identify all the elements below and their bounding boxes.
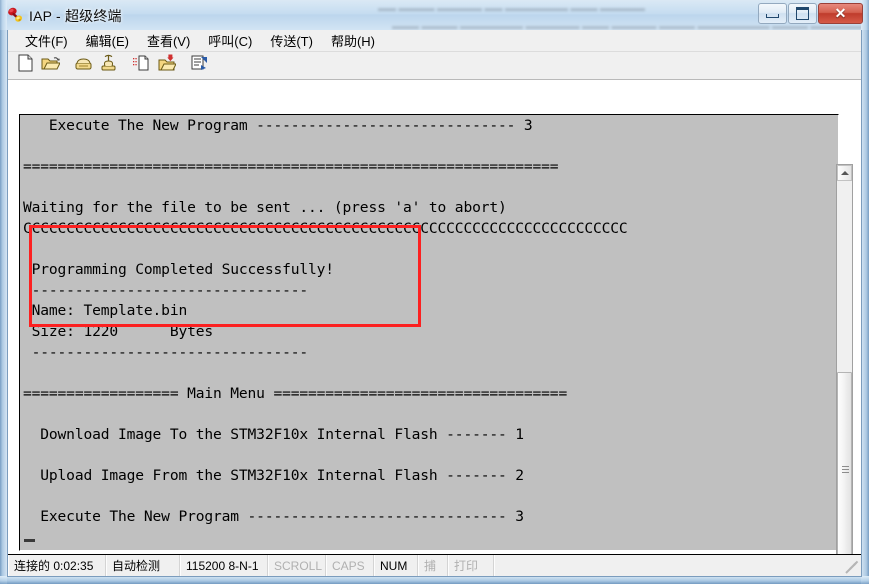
vertical-scroll-thumb[interactable] <box>837 372 852 568</box>
menu-transfer[interactable]: 传送(T) <box>261 30 322 53</box>
window-controls: ✕ <box>757 3 863 25</box>
terminal-cursor <box>24 539 35 542</box>
receive-file-icon <box>157 54 177 77</box>
status-scroll-lock: SCROLL <box>268 555 326 576</box>
status-caps-lock: CAPS <box>326 555 374 576</box>
open-folder-button[interactable] <box>38 54 62 77</box>
call-button[interactable] <box>71 54 95 77</box>
maximize-button[interactable] <box>788 3 817 24</box>
menu-edit[interactable]: 编辑(E) <box>77 30 138 53</box>
hangup-button[interactable] <box>96 54 120 77</box>
toolbar-separator-1 <box>63 54 71 77</box>
minimize-icon <box>766 14 779 18</box>
close-button[interactable]: ✕ <box>818 3 863 24</box>
call-phone-icon <box>74 55 93 77</box>
menu-file[interactable]: 文件(F) <box>16 30 77 53</box>
new-connection-icon <box>17 54 34 77</box>
resize-grip-icon[interactable] <box>845 560 859 575</box>
status-auto-detect: 自动检测 <box>106 555 180 576</box>
receive-file-button[interactable] <box>154 54 178 77</box>
window-edge-right <box>861 0 869 584</box>
window-client-area: 文件(F) 编辑(E) 查看(V) 呼叫(C) 传送(T) 帮助(H) Exec… <box>7 30 862 577</box>
send-file-button[interactable] <box>129 54 153 77</box>
status-capture: 捕 <box>418 555 448 576</box>
toolbar-separator-3 <box>179 54 187 77</box>
terminal-output-text: Execute The New Program ----------------… <box>23 117 628 550</box>
status-print: 打印 <box>448 555 494 576</box>
menu-view[interactable]: 查看(V) <box>138 30 199 53</box>
menu-call[interactable]: 呼叫(C) <box>199 30 261 53</box>
hyperterminal-phone-icon <box>6 6 24 24</box>
window-edge-bottom <box>0 576 869 584</box>
status-filler <box>494 555 861 576</box>
window-title: IAP - 超级终端 <box>29 8 122 24</box>
maximize-icon <box>796 7 809 20</box>
status-num-lock: NUM <box>374 555 418 576</box>
window-edge-left <box>0 0 7 584</box>
hyperterminal-window: ▬▬ ▬▬▬▬ ▬▬▬▬▬ ▬▬ ▬▬▬▬▬▬▬ ▬▬▬ ▬▬▬▬▬ ▬▬▬ ▬… <box>0 0 869 584</box>
menu-help[interactable]: 帮助(H) <box>322 30 384 53</box>
scroll-thumb-grip-icon <box>842 466 849 474</box>
minimize-button[interactable] <box>758 3 787 24</box>
properties-icon <box>190 54 209 77</box>
title-bar[interactable]: IAP - 超级终端 ✕ <box>0 0 869 30</box>
hangup-phone-icon <box>99 54 118 77</box>
status-connection-time: 连接的 0:02:35 <box>8 555 106 576</box>
properties-button[interactable] <box>187 54 211 77</box>
scroll-up-button[interactable] <box>837 165 852 181</box>
terminal-pane: Execute The New Program ----------------… <box>8 80 861 576</box>
send-file-icon <box>132 54 151 77</box>
vertical-scrollbar[interactable] <box>836 164 853 576</box>
new-connection-button[interactable] <box>13 54 37 77</box>
status-bar: 连接的 0:02:35 自动检测 115200 8-N-1 SCROLL CAP… <box>8 554 861 576</box>
terminal-screen[interactable]: Execute The New Program ----------------… <box>19 114 839 551</box>
status-serial-settings: 115200 8-N-1 <box>180 555 268 576</box>
open-folder-icon <box>41 54 61 77</box>
toolbar <box>8 52 861 80</box>
close-icon: ✕ <box>834 5 847 21</box>
chevron-up-icon <box>840 171 849 175</box>
menu-bar: 文件(F) 编辑(E) 查看(V) 呼叫(C) 传送(T) 帮助(H) <box>8 30 861 52</box>
toolbar-separator-2 <box>121 54 129 77</box>
